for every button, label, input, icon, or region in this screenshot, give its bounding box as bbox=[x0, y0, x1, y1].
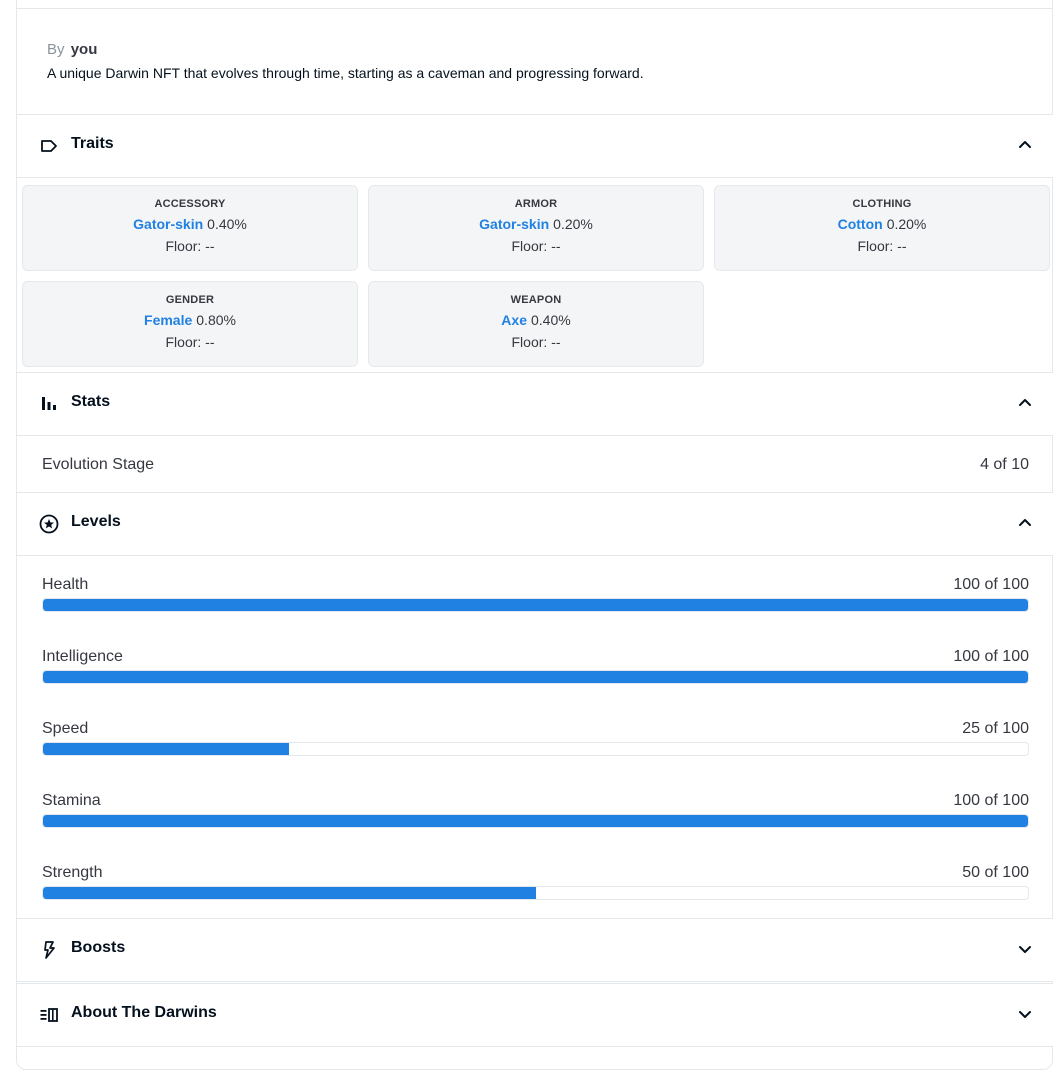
traits-section-header[interactable]: Traits bbox=[17, 114, 1053, 178]
level-stamina: Stamina 100 of 100 bbox=[42, 792, 1029, 832]
level-progress-fill bbox=[43, 743, 290, 755]
trait-type: GENDER bbox=[165, 294, 215, 306]
trait-rarity: 0.20% bbox=[553, 216, 593, 232]
trait-type: ACCESSORY bbox=[154, 198, 226, 210]
by-label: By bbox=[47, 41, 65, 58]
chevron-up-icon bbox=[1019, 399, 1031, 406]
bar-chart-icon bbox=[42, 397, 56, 410]
level-value: 25 of 100 bbox=[962, 720, 1029, 737]
item-description: A unique Darwin NFT that evolves through… bbox=[47, 65, 644, 81]
level-strength: Strength 50 of 100 bbox=[42, 864, 1029, 904]
boosts-section-header[interactable]: Boosts bbox=[17, 918, 1053, 982]
creator-link[interactable]: you bbox=[71, 41, 98, 58]
trait-rarity: 0.40% bbox=[530, 312, 571, 328]
trait-type: WEAPON bbox=[510, 294, 562, 306]
levels-title: Levels bbox=[71, 513, 121, 530]
about-title: About The Darwins bbox=[71, 1004, 217, 1021]
trait-floor: Floor: -- bbox=[511, 238, 561, 254]
level-progress-bar bbox=[42, 670, 1029, 684]
traits-title: Traits bbox=[71, 135, 114, 152]
stats-title: Stats bbox=[71, 393, 111, 410]
level-progress-bar bbox=[42, 598, 1029, 612]
about-section-header[interactable]: About The Darwins bbox=[17, 983, 1053, 1047]
trait-value: Cotton bbox=[837, 216, 883, 232]
level-label: Health bbox=[42, 576, 89, 593]
trait-floor: Floor: -- bbox=[511, 334, 561, 350]
trait-rarity: 0.40% bbox=[207, 216, 247, 232]
trait-rarity: 0.80% bbox=[196, 312, 236, 328]
trait-card-gender[interactable]: GENDER Female 0.80% Floor: -- bbox=[22, 281, 358, 367]
trait-floor: Floor: -- bbox=[165, 238, 215, 254]
trait-card-clothing[interactable]: CLOTHING Cotton 0.20% Floor: -- bbox=[714, 185, 1050, 271]
level-value: 100 of 100 bbox=[953, 792, 1029, 809]
star-circle-icon bbox=[39, 514, 59, 534]
trait-type: CLOTHING bbox=[852, 198, 912, 210]
levels-section-header[interactable]: Levels bbox=[17, 492, 1053, 556]
chevron-up-icon bbox=[1019, 141, 1031, 148]
trait-card-weapon[interactable]: WEAPON Axe 0.40% Floor: -- bbox=[368, 281, 704, 367]
level-label: Stamina bbox=[42, 792, 101, 809]
level-value: 100 of 100 bbox=[953, 648, 1029, 665]
trait-card-armor[interactable]: ARMOR Gator-skin 0.20% Floor: -- bbox=[368, 185, 704, 271]
trait-value: Gator-skin bbox=[479, 216, 550, 232]
stats-section-header[interactable]: Stats bbox=[17, 372, 1053, 436]
level-speed: Speed 25 of 100 bbox=[42, 720, 1029, 760]
level-label: Speed bbox=[42, 720, 89, 737]
level-intelligence: Intelligence 100 of 100 bbox=[42, 648, 1029, 688]
level-value: 100 of 100 bbox=[953, 576, 1029, 593]
level-progress-fill bbox=[43, 815, 1028, 827]
level-progress-fill bbox=[43, 599, 1028, 611]
boosts-title: Boosts bbox=[71, 939, 126, 956]
trait-floor: Floor: -- bbox=[165, 334, 215, 350]
chevron-up-icon bbox=[1019, 519, 1031, 526]
stat-value: 4 of 10 bbox=[980, 456, 1029, 473]
trait-floor: Floor: -- bbox=[857, 238, 907, 254]
tag-icon bbox=[41, 140, 57, 152]
level-health: Health 100 of 100 bbox=[42, 576, 1029, 616]
book-icon bbox=[40, 1008, 58, 1022]
bolt-icon bbox=[44, 941, 55, 959]
level-progress-fill bbox=[43, 887, 536, 899]
level-label: Intelligence bbox=[42, 648, 123, 665]
level-value: 50 of 100 bbox=[962, 864, 1029, 881]
divider bbox=[17, 8, 1053, 9]
trait-value: Gator-skin bbox=[133, 216, 204, 232]
level-progress-fill bbox=[43, 671, 1028, 683]
stat-label: Evolution Stage bbox=[42, 456, 155, 473]
trait-value: Axe bbox=[501, 312, 527, 328]
trait-value: Female bbox=[144, 312, 193, 328]
trait-card-accessory[interactable]: ACCESSORY Gator-skin 0.40% Floor: -- bbox=[22, 185, 358, 271]
chevron-down-icon bbox=[1019, 1011, 1031, 1018]
trait-rarity: 0.20% bbox=[886, 216, 927, 232]
level-label: Strength bbox=[42, 864, 103, 881]
level-progress-bar bbox=[42, 814, 1029, 828]
level-progress-bar bbox=[42, 742, 1029, 756]
level-progress-bar bbox=[42, 886, 1029, 900]
trait-type: ARMOR bbox=[514, 198, 558, 210]
chevron-down-icon bbox=[1019, 946, 1031, 953]
creator-byline: By you bbox=[47, 41, 97, 58]
